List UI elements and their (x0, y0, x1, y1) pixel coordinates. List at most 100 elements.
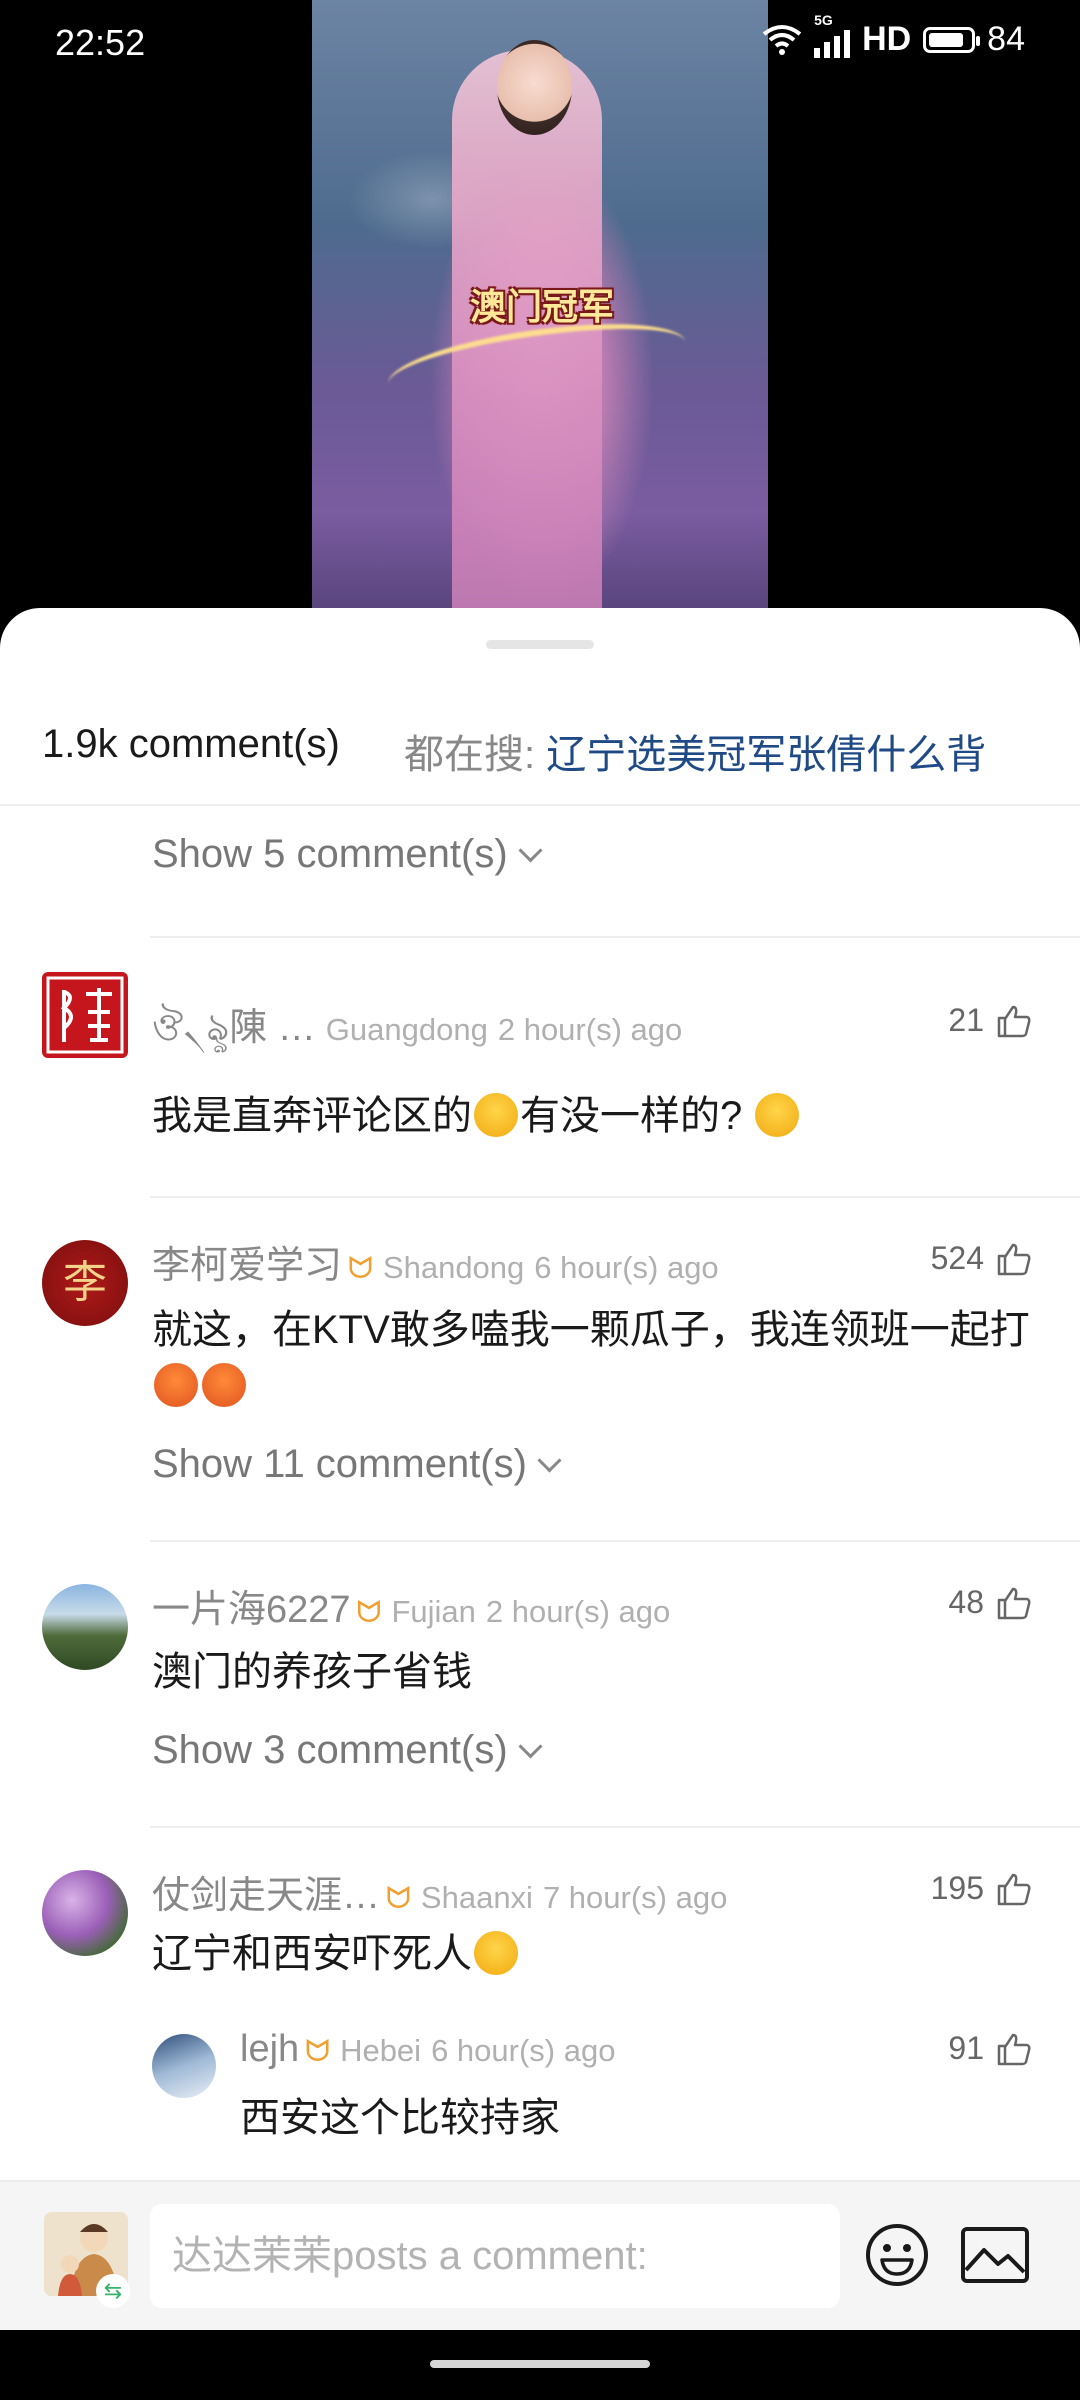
signal-icon: 5G (814, 12, 851, 58)
comment-text: 澳门的养孩子省钱 (152, 1650, 472, 1694)
show-replies-label: Show 11 comment(s) (152, 1442, 527, 1486)
comment-author[interactable]: 仗剑走天涯… (152, 1875, 380, 1917)
chevron-down-icon (518, 838, 543, 863)
vip-badge-icon: ᗢ (356, 1596, 382, 1629)
smiley-icon[interactable] (864, 2222, 930, 2288)
sheet-grabber[interactable] (486, 640, 594, 649)
comment-time: 2 hour(s) ago (497, 1012, 683, 1047)
comment-text-part: 我是直奔评论区的 (152, 1094, 472, 1138)
chevron-down-icon (518, 1734, 543, 1759)
like-button[interactable]: 195 (931, 1870, 1032, 1907)
angry-emoji-icon (202, 1363, 246, 1407)
avatar[interactable] (42, 1870, 128, 1956)
show-replies-label: Show 5 comment(s) (152, 832, 508, 876)
comment-author-line: 仗剑走天涯… ᗢ Shaanxi 7 hour(s) ago (152, 1864, 727, 1919)
sheet-header: 1.9k comment(s) 都在搜: 辽宁选美冠军张倩什么背 (0, 708, 1080, 806)
video-caption: 澳门冠军 (469, 287, 614, 328)
vip-badge-icon: ᗢ (305, 2035, 331, 2068)
status-bar: 22:52 5G HD 84 (0, 0, 1080, 90)
thumbs-up-icon (997, 1873, 1031, 1905)
comment-text-part: 辽宁和西安吓死人 (152, 1932, 472, 1976)
like-count: 91 (948, 2030, 984, 2066)
show-replies-button[interactable]: Show 11 comment(s) (152, 1442, 562, 1487)
like-count: 195 (930, 1870, 984, 1906)
comment-author[interactable]: 李柯爱学习 (152, 1245, 342, 1287)
vip-badge-icon: ᗢ (386, 1882, 411, 1915)
laughing-emoji-icon (474, 1093, 518, 1137)
status-time: 22:52 (55, 22, 146, 63)
comment-author[interactable]: 一片海6227 (152, 1589, 351, 1631)
comment-count: 1.9k comment(s) (42, 722, 340, 766)
thumbs-up-icon (997, 1587, 1031, 1619)
like-button[interactable]: 21 (948, 1002, 1032, 1039)
comment-location: Guangdong (325, 1012, 488, 1047)
like-count: 524 (930, 1240, 984, 1276)
avatar-glyph: 李 (63, 1258, 107, 1307)
video-player[interactable]: 澳门冠军 (0, 0, 1080, 640)
seal-avatar-icon (46, 976, 124, 1054)
vip-badge-icon: ᗢ (348, 1252, 373, 1285)
thinking-emoji-icon (755, 1093, 800, 1137)
comment-text: 就这，在KTV敢多嗑我一颗瓜子，我连领班一起打 (152, 1302, 1042, 1414)
image-icon[interactable] (960, 2226, 1030, 2284)
thumbs-up-icon (997, 2033, 1031, 2065)
laughing-emoji-icon (474, 1931, 518, 1975)
comment-time: 2 hour(s) ago (485, 1594, 671, 1629)
comment-divider (150, 1196, 1080, 1198)
like-button[interactable]: 524 (931, 1240, 1032, 1277)
video-frame: 澳门冠军 (312, 0, 768, 640)
comment-location: Fujian (391, 1594, 476, 1629)
reply-location: Hebei (340, 2033, 422, 2068)
network-type: 5G (814, 11, 833, 28)
comment-author[interactable]: ঔ৲ৡ陳 … (152, 1007, 316, 1049)
angry-emoji-icon (154, 1363, 198, 1407)
battery-fill (929, 32, 963, 47)
reply-text: 西安这个比较持家 (240, 2096, 560, 2140)
trending-label: 都在搜: (404, 733, 536, 777)
trending-query-link[interactable]: 辽宁选美冠军张倩什么背 (546, 733, 986, 777)
comment-time: 7 hour(s) ago (542, 1880, 728, 1915)
avatar[interactable] (42, 972, 128, 1058)
avatar[interactable]: 李 (42, 1240, 128, 1326)
comment-divider (150, 1826, 1080, 1828)
like-button[interactable]: 48 (948, 1584, 1032, 1621)
comment-text-part: 有没一样的? (520, 1094, 743, 1138)
home-gesture-handle[interactable] (430, 2360, 650, 2368)
comment-author-line: 李柯爱学习 ᗢ Shandong 6 hour(s) ago (152, 1234, 719, 1289)
battery-icon (923, 26, 981, 53)
comment-location: Shandong (382, 1250, 525, 1285)
chevron-down-icon (537, 1448, 562, 1473)
avatar[interactable] (152, 2034, 216, 2098)
comment-author-line: 一片海6227 ᗢ Fujian 2 hour(s) ago (152, 1578, 670, 1633)
avatar[interactable] (42, 1584, 128, 1670)
show-replies-button[interactable]: Show 5 comment(s) (152, 832, 543, 877)
status-icons: 5G HD 84 (762, 12, 1025, 59)
like-button[interactable]: 91 (948, 2030, 1032, 2067)
reply-time: 6 hour(s) ago (431, 2033, 616, 2068)
thumbs-up-icon (997, 1243, 1031, 1275)
like-count: 21 (948, 1002, 984, 1038)
show-replies-label: Show 3 comment(s) (152, 1728, 508, 1772)
comment-text-part: 就这，在KTV敢多嗑我一颗瓜子，我连领班一起打 (152, 1308, 1030, 1352)
thumbs-up-icon (997, 1005, 1031, 1037)
comment-input[interactable] (150, 2204, 840, 2308)
comment-text: 辽宁和西安吓死人 (152, 1926, 520, 1982)
comment-composer-bar: ⇆ (0, 2180, 1080, 2332)
comment-location: Shaanxi (420, 1880, 533, 1915)
comment-text: 我是直奔评论区的 有没一样的? (152, 1088, 801, 1144)
switch-account-icon[interactable]: ⇆ (96, 2274, 130, 2308)
wifi-icon (762, 24, 802, 55)
system-nav-bar (0, 2330, 1080, 2400)
show-replies-button[interactable]: Show 3 comment(s) (152, 1728, 543, 1773)
comment-time: 6 hour(s) ago (534, 1250, 719, 1285)
comment-divider (150, 936, 1080, 938)
comment-divider (150, 1540, 1080, 1542)
reply-author-line: lejh ᗢ Hebei 6 hour(s) ago (240, 2028, 615, 2071)
trending-search[interactable]: 都在搜: 辽宁选美冠军张倩什么背 (404, 722, 986, 780)
comment-author-line: ঔ৲ৡ陳 … Guangdong 2 hour(s) ago (152, 996, 682, 1062)
like-count: 48 (948, 1584, 984, 1620)
reply-author[interactable]: lejh (240, 2028, 299, 2070)
battery-percent: 84 (987, 20, 1025, 58)
hd-label: HD (862, 20, 912, 58)
comment-sheet: 1.9k comment(s) 都在搜: 辽宁选美冠军张倩什么背 Show 5 … (0, 608, 1080, 2180)
